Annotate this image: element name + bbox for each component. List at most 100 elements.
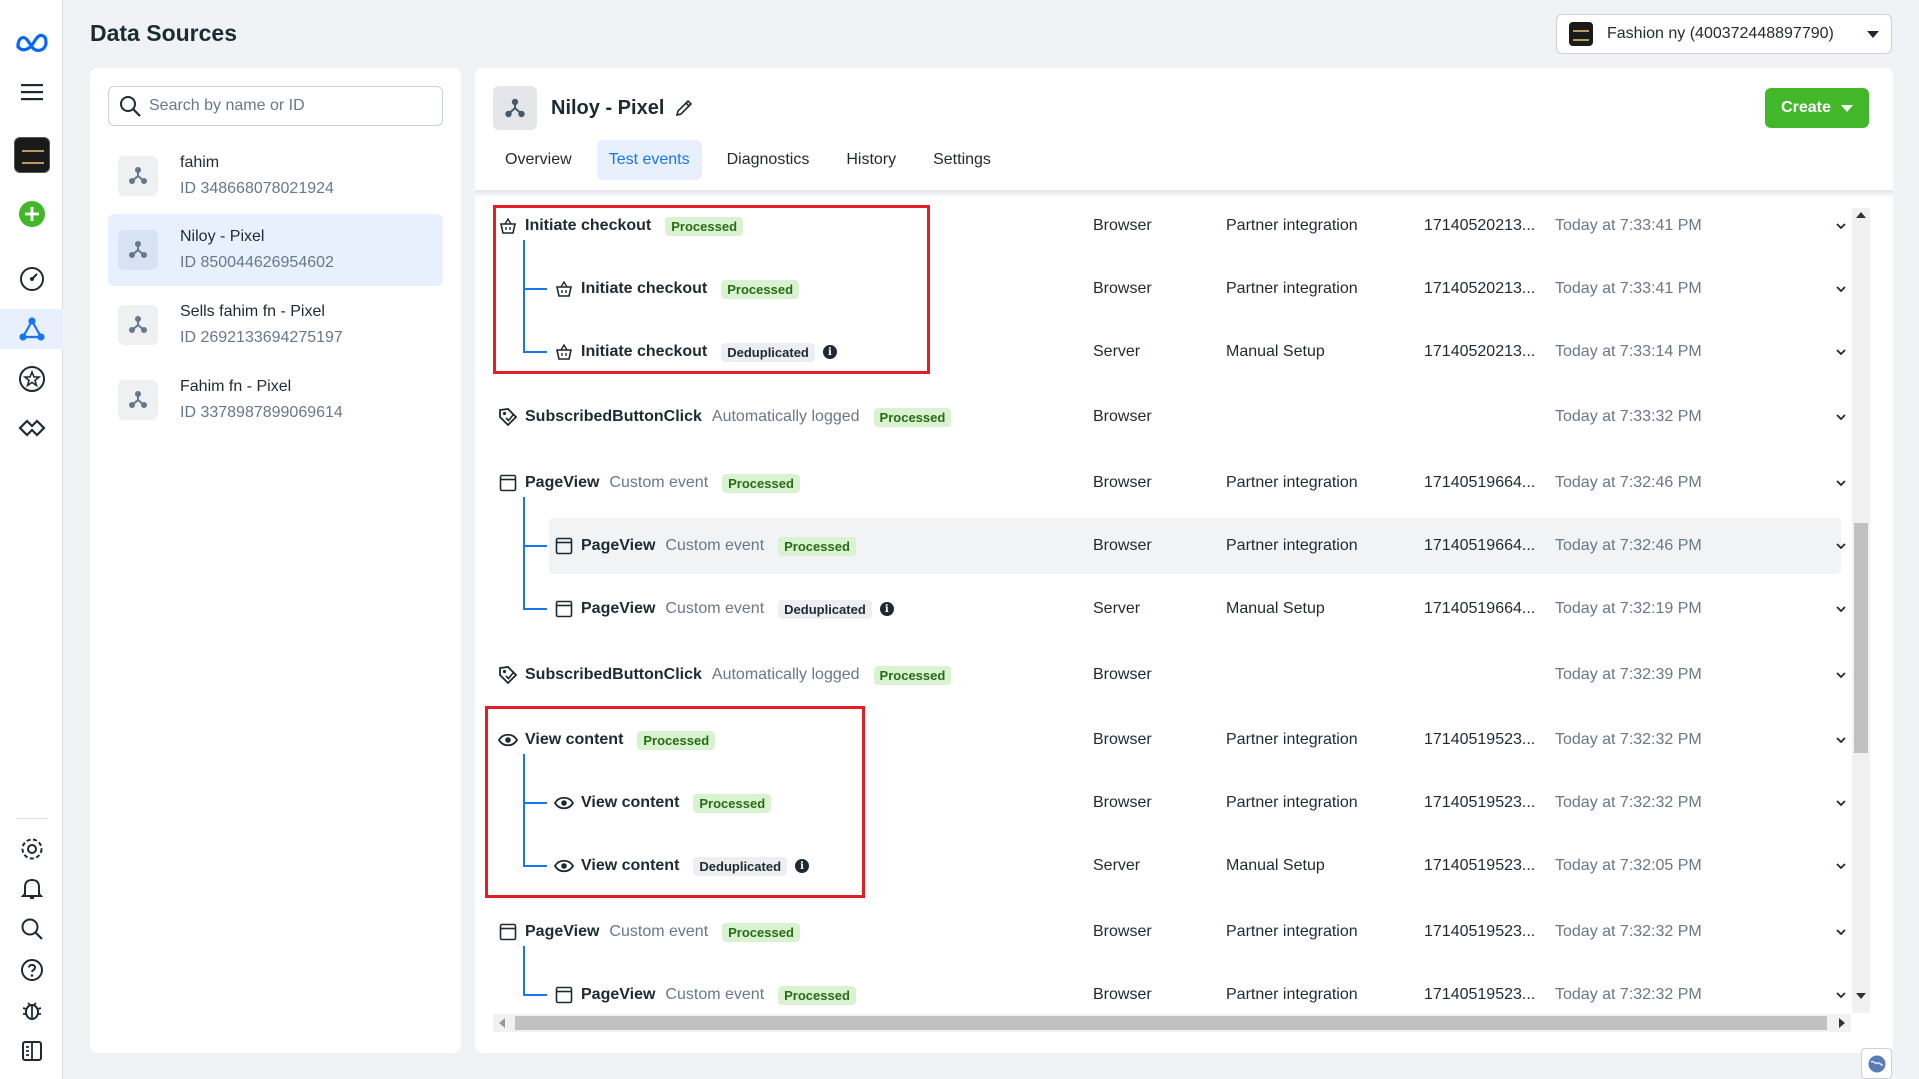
event-setup-method: Manual Setup <box>1226 343 1325 360</box>
menu-icon[interactable] <box>0 72 63 112</box>
bug-icon[interactable] <box>0 990 63 1030</box>
event-source: Browser <box>1093 666 1152 683</box>
scroll-thumb[interactable] <box>1854 523 1868 753</box>
tab-test-events[interactable]: Test events <box>596 140 702 180</box>
chevron-down-icon[interactable] <box>1835 603 1847 615</box>
event-id: 17140519664... <box>1424 474 1536 491</box>
status-badge: Processed <box>722 922 800 942</box>
source-item-niloy-pixel[interactable]: Niloy - Pixel ID 850044626954602 <box>108 214 443 286</box>
chevron-down-icon[interactable] <box>1835 926 1847 938</box>
globe-icon[interactable] <box>1861 1048 1892 1079</box>
event-time: Today at 7:32:46 PM <box>1555 537 1702 554</box>
event-setup-method: Partner integration <box>1226 731 1358 748</box>
event-setup-method: Partner integration <box>1226 474 1358 491</box>
event-source: Browser <box>1093 217 1152 234</box>
data-sources-icon[interactable] <box>0 309 63 349</box>
event-name: SubscribedButtonClick <box>525 666 702 683</box>
event-row[interactable]: SubscribedButtonClick Automatically logge… <box>475 389 1875 445</box>
dashboard-icon[interactable] <box>0 259 63 299</box>
page-icon <box>498 473 518 493</box>
account-selector[interactable]: Fashion ny (400372448897790) <box>1556 14 1892 54</box>
event-time: Today at 7:32:32 PM <box>1555 794 1702 811</box>
chevron-down-icon[interactable] <box>1835 540 1847 552</box>
event-id: 17140519664... <box>1424 600 1536 617</box>
add-icon[interactable] <box>0 194 63 234</box>
chevron-down-icon[interactable] <box>1835 669 1847 681</box>
tree-connector-branch <box>523 545 547 547</box>
left-rail <box>0 0 63 1079</box>
horizontal-scrollbar[interactable] <box>493 1014 1851 1032</box>
event-source: Server <box>1093 600 1141 617</box>
scroll-right-icon[interactable] <box>1839 1018 1845 1028</box>
bell-icon[interactable] <box>0 869 63 909</box>
status-badge: Deduplicated <box>778 599 872 619</box>
event-setup-method: Partner integration <box>1226 217 1358 234</box>
tab-history[interactable]: History <box>834 140 908 180</box>
event-setup-method: Partner integration <box>1226 280 1358 297</box>
event-source: Browser <box>1093 537 1152 554</box>
chevron-down-icon <box>1867 30 1879 38</box>
pencil-edit-icon[interactable] <box>674 98 694 118</box>
status-badge: Processed <box>778 985 856 1005</box>
status-badge: Processed <box>873 665 952 685</box>
event-source: Browser <box>1093 923 1152 940</box>
event-row[interactable]: PageView Custom event Processed Browser Part… <box>475 518 1875 574</box>
settings-icon[interactable] <box>0 829 63 869</box>
source-item-fahim[interactable]: fahim ID 348668078021924 <box>108 140 443 212</box>
vertical-scrollbar[interactable] <box>1852 208 1870 1013</box>
tab-overview[interactable]: Overview <box>493 140 584 180</box>
tag-icon <box>498 665 518 685</box>
pixel-icon <box>118 156 158 196</box>
source-item-fahim-fn-pixel[interactable]: Fahim fn - Pixel ID 3378987899069614 <box>108 364 443 436</box>
tab-settings[interactable]: Settings <box>921 140 1003 180</box>
event-subtype: Automatically logged <box>711 666 860 683</box>
data-sources-list: fahim ID 348668078021924 Niloy - Pixel ID … <box>90 68 461 1053</box>
chevron-down-icon[interactable] <box>1835 411 1847 423</box>
panel-toggle-icon[interactable] <box>0 1031 63 1071</box>
event-time: Today at 7:32:05 PM <box>1555 857 1702 874</box>
event-time: Today at 7:32:32 PM <box>1555 731 1702 748</box>
search-icon <box>120 96 141 117</box>
event-row[interactable]: PageView Custom event Processed Browser Part… <box>475 904 1875 960</box>
event-row[interactable]: PageView Custom event Deduplicated i Server M… <box>475 581 1875 637</box>
event-row[interactable]: PageView Custom event Processed Browser Part… <box>475 455 1875 511</box>
event-cell: PageView Custom event Processed <box>498 922 800 942</box>
chevron-down-icon[interactable] <box>1835 477 1847 489</box>
search-icon[interactable] <box>0 909 63 949</box>
event-subtype: Automatically logged <box>711 408 860 425</box>
event-name: PageView <box>525 474 600 491</box>
scroll-down-icon[interactable] <box>1856 993 1866 999</box>
scroll-up-icon[interactable] <box>1856 212 1866 218</box>
chevron-down-icon[interactable] <box>1835 860 1847 872</box>
info-icon[interactable]: i <box>879 602 894 616</box>
create-button[interactable]: Create <box>1765 88 1869 128</box>
event-cell: SubscribedButtonClick Automatically logge… <box>498 407 952 427</box>
search-box[interactable] <box>108 86 443 126</box>
event-name: PageView <box>525 923 600 940</box>
event-id: 17140520213... <box>1424 217 1536 234</box>
chevron-down-icon[interactable] <box>1835 989 1847 1001</box>
chevron-down-icon[interactable] <box>1835 734 1847 746</box>
search-input[interactable] <box>149 97 429 115</box>
chevron-down-icon[interactable] <box>1835 220 1847 232</box>
event-row[interactable]: SubscribedButtonClick Automatically logge… <box>475 647 1875 703</box>
meta-logo-icon[interactable] <box>0 22 63 62</box>
event-subtype: Custom event <box>609 923 709 940</box>
source-item-sells-fahim-fn-pixel[interactable]: Sells fahim fn - Pixel ID 269213369427519… <box>108 289 443 361</box>
chevron-down-icon[interactable] <box>1835 797 1847 809</box>
scroll-thumb[interactable] <box>515 1016 1827 1030</box>
partnership-icon[interactable] <box>0 408 63 448</box>
tab-diagnostics[interactable]: Diagnostics <box>715 140 822 180</box>
account-avatar-icon[interactable] <box>0 135 63 175</box>
chevron-down-icon[interactable] <box>1835 283 1847 295</box>
event-time: Today at 7:33:41 PM <box>1555 280 1702 297</box>
help-icon[interactable] <box>0 950 63 990</box>
event-source: Server <box>1093 343 1141 360</box>
event-time: Today at 7:32:32 PM <box>1555 986 1702 1003</box>
source-name: Sells fahim fn - Pixel <box>180 303 325 320</box>
scroll-left-icon[interactable] <box>499 1018 505 1028</box>
pixel-header: Niloy - Pixel <box>493 86 694 130</box>
star-icon[interactable] <box>0 359 63 399</box>
status-badge: Processed <box>722 473 800 493</box>
chevron-down-icon[interactable] <box>1835 346 1847 358</box>
